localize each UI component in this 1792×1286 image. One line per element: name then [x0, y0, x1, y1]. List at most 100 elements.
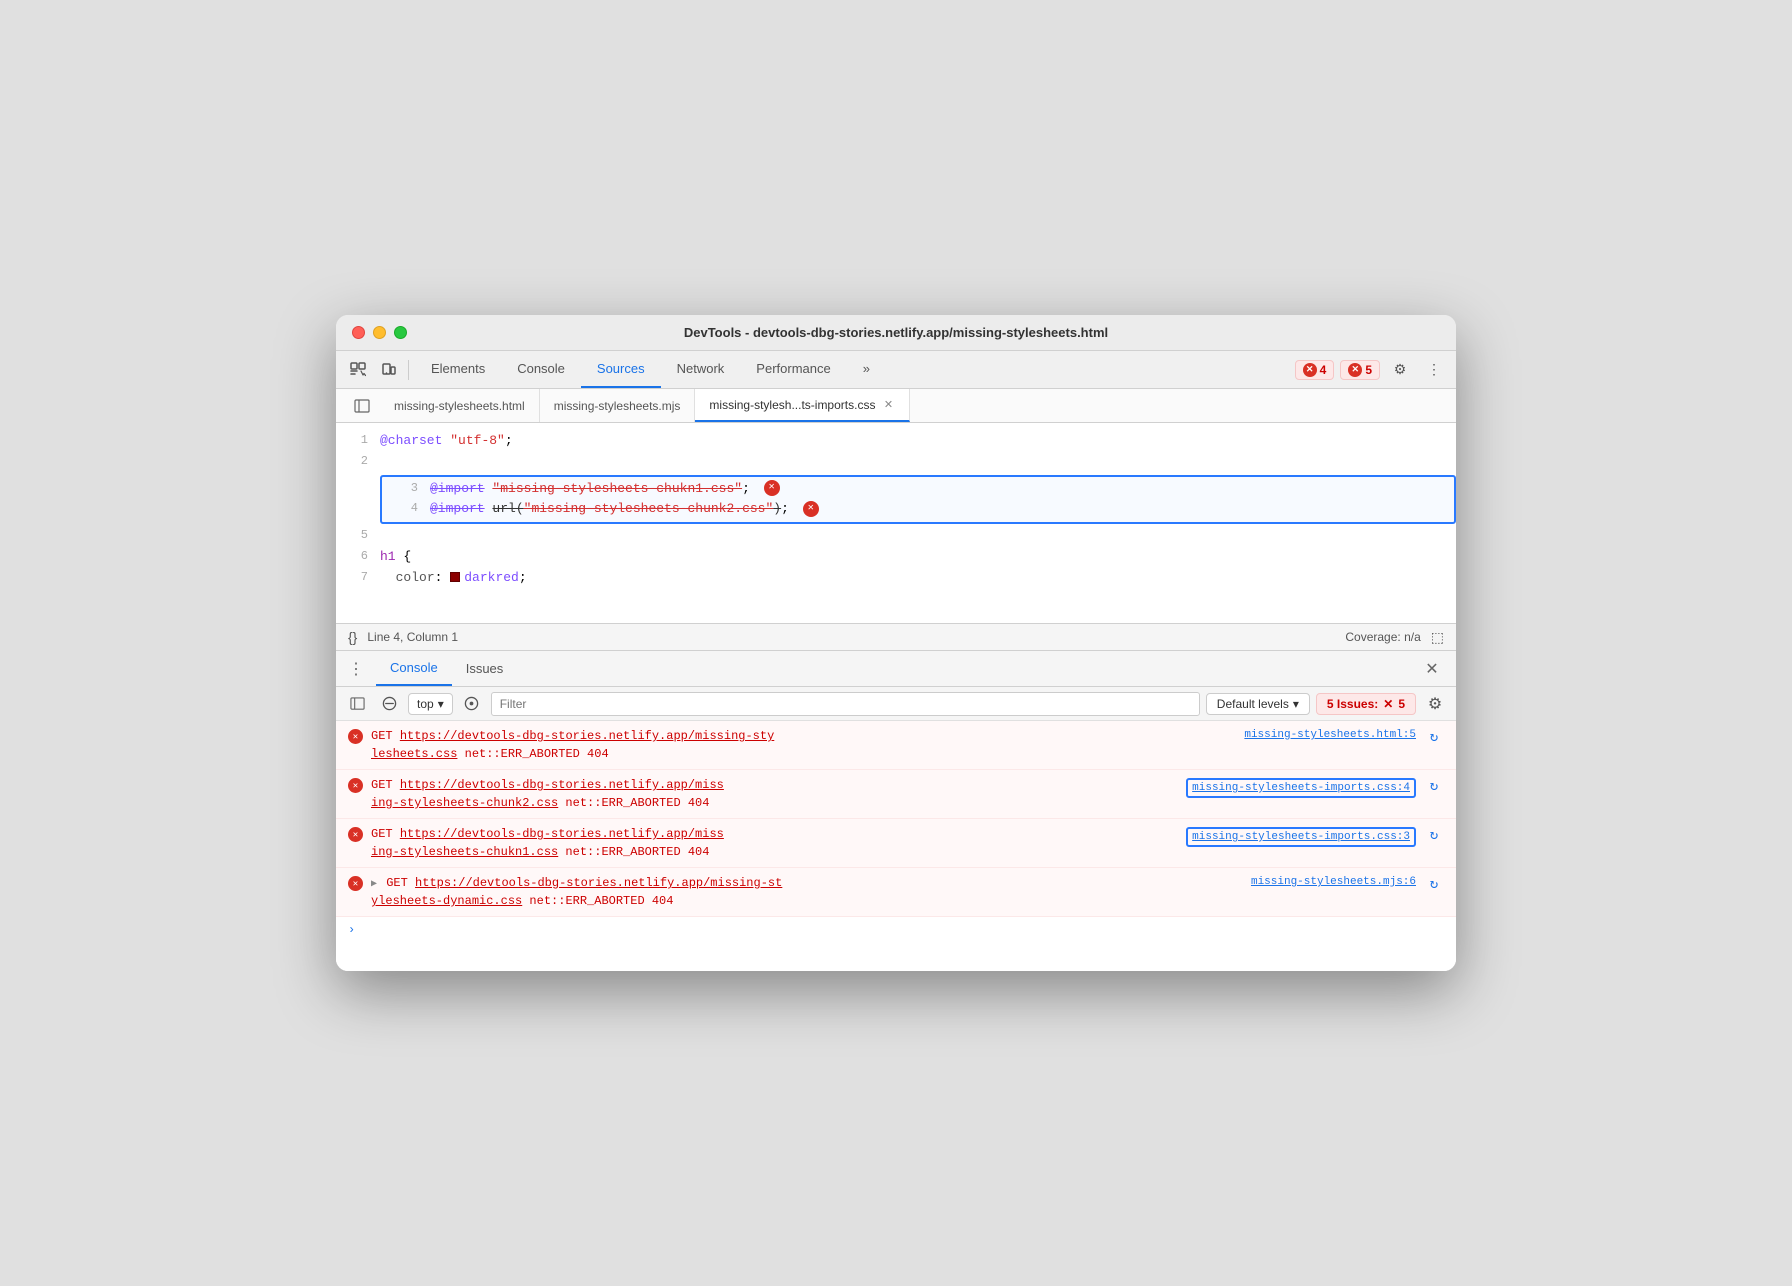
clear-console-icon[interactable]	[376, 691, 402, 717]
code-line-7: 7 color: darkred;	[336, 568, 1456, 589]
line-content-5	[380, 526, 1456, 547]
file-tab-mjs[interactable]: missing-stylesheets.mjs	[540, 389, 696, 422]
console-message-1: ✕ GET https://devtools-dbg-stories.netli…	[336, 721, 1456, 770]
tab-more[interactable]: »	[847, 351, 886, 388]
window-title: DevTools - devtools-dbg-stories.netlify.…	[684, 325, 1108, 340]
warning-x-icon: ✕	[1348, 363, 1362, 377]
msg-source-4[interactable]: missing-stylesheets.mjs:6	[1251, 876, 1416, 888]
maximize-button[interactable]	[394, 326, 407, 339]
code-line-5: 5	[336, 526, 1456, 547]
live-expression-icon[interactable]	[459, 691, 485, 717]
code-line-4: 4 @import url("missing-stylesheets-chunk…	[386, 499, 1450, 520]
line-content-4: @import url("missing-stylesheets-chunk2.…	[430, 499, 1450, 520]
line-number-3: 3	[386, 479, 430, 498]
console-sidebar-icon[interactable]	[344, 691, 370, 717]
msg-body-1: GET https://devtools-dbg-stories.netlify…	[371, 727, 1236, 763]
file-tab-html[interactable]: missing-stylesheets.html	[380, 389, 540, 422]
bottom-tabs-bar: ⋮ Console Issues ✕	[336, 651, 1456, 687]
code-line-1: 1 @charset "utf-8";	[336, 431, 1456, 452]
code-line-2: 2	[336, 452, 1456, 473]
msg-reload-icon-1[interactable]: ↻	[1424, 727, 1444, 747]
line-number-7: 7	[336, 568, 380, 587]
error-count-badge[interactable]: ✕ 4	[1295, 360, 1335, 380]
coverage-label: Coverage: n/a	[1345, 630, 1420, 644]
console-messages-area: ✕ GET https://devtools-dbg-stories.netli…	[336, 721, 1456, 971]
expand-triangle-icon[interactable]: ▶	[371, 879, 377, 890]
minimize-button[interactable]	[373, 326, 386, 339]
console-prompt[interactable]: ›	[336, 917, 1456, 943]
close-button[interactable]	[352, 326, 365, 339]
line-content-6: h1 {	[380, 547, 1456, 568]
issues-error-icon: ✕	[1383, 697, 1393, 711]
context-selector[interactable]: top ▾	[408, 693, 453, 715]
code-editor[interactable]: 1 @charset "utf-8"; 2 3 @import "missing…	[336, 423, 1456, 623]
console-message-3: ✕ GET https://devtools-dbg-stories.netli…	[336, 819, 1456, 868]
line-number-4: 4	[386, 499, 430, 518]
devtools-toolbar: Elements Console Sources Network Perform…	[336, 351, 1456, 389]
file-tab-css[interactable]: missing-stylesh...ts-imports.css ✕	[695, 389, 910, 422]
window-controls	[352, 326, 407, 339]
msg-reload-icon-3[interactable]: ↻	[1424, 825, 1444, 845]
bottom-panel-close-icon[interactable]: ✕	[1420, 657, 1444, 681]
console-filter-input[interactable]	[491, 692, 1200, 716]
device-toolbar-icon[interactable]	[374, 356, 402, 384]
coverage-icon[interactable]: ⬚	[1431, 629, 1444, 646]
status-right: Coverage: n/a ⬚	[1345, 629, 1444, 646]
msg-body-4: ▶ GET https://devtools-dbg-stories.netli…	[371, 874, 1243, 910]
inspect-element-icon[interactable]	[344, 356, 372, 384]
issues-count-badge[interactable]: 5 Issues: ✕ 5	[1316, 693, 1416, 715]
error-icon-line3: ✕	[764, 480, 780, 496]
msg-error-icon-4: ✕	[348, 876, 363, 891]
tab-console-bottom[interactable]: Console	[376, 651, 452, 686]
titlebar: DevTools - devtools-dbg-stories.netlify.…	[336, 315, 1456, 351]
toolbar-right: ✕ 4 ✕ 5 ⚙ ⋮	[1295, 356, 1448, 384]
line-content-3: @import "missing-stylesheets-chukn1.css"…	[430, 479, 1450, 500]
context-dropdown-icon: ▾	[438, 697, 444, 711]
editor-status-bar: {} Line 4, Column 1 Coverage: n/a ⬚	[336, 623, 1456, 651]
tab-elements[interactable]: Elements	[415, 351, 501, 388]
toolbar-separator-1	[408, 360, 409, 380]
error-icon-line4: ✕	[803, 501, 819, 517]
msg-body-3: GET https://devtools-dbg-stories.netlify…	[371, 825, 1178, 861]
settings-icon[interactable]: ⚙	[1386, 356, 1414, 384]
bottom-panel: ⋮ Console Issues ✕	[336, 651, 1456, 971]
msg-error-icon-2: ✕	[348, 778, 363, 793]
warning-count-badge[interactable]: ✕ 5	[1340, 360, 1380, 380]
msg-source-2[interactable]: missing-stylesheets-imports.css:4	[1186, 778, 1416, 798]
msg-reload-icon-2[interactable]: ↻	[1424, 776, 1444, 796]
sidebar-toggle-icon[interactable]	[348, 392, 376, 420]
prompt-chevron: ›	[348, 923, 355, 937]
tab-console[interactable]: Console	[501, 351, 581, 388]
msg-reload-icon-4[interactable]: ↻	[1424, 874, 1444, 894]
line-number-5: 5	[336, 526, 380, 545]
more-icon[interactable]: ⋮	[1420, 356, 1448, 384]
msg-source-1[interactable]: missing-stylesheets.html:5	[1244, 729, 1416, 741]
file-tabs-bar: missing-stylesheets.html missing-stylesh…	[336, 389, 1456, 423]
tab-sources[interactable]: Sources	[581, 351, 661, 388]
line-content-2	[380, 452, 1456, 473]
tab-network[interactable]: Network	[661, 351, 741, 388]
tab-issues-bottom[interactable]: Issues	[452, 651, 518, 686]
bottom-panel-menu-icon[interactable]: ⋮	[344, 657, 368, 681]
cursor-position: Line 4, Column 1	[367, 630, 458, 644]
context-label: top	[417, 697, 434, 711]
msg-source-3[interactable]: missing-stylesheets-imports.css:3	[1186, 827, 1416, 847]
console-settings-icon[interactable]: ⚙	[1422, 691, 1448, 717]
devtools-window: DevTools - devtools-dbg-stories.netlify.…	[336, 315, 1456, 971]
line-number-1: 1	[336, 431, 380, 450]
import-error-highlight-box: 3 @import "missing-stylesheets-chukn1.cs…	[380, 475, 1456, 525]
msg-error-icon-1: ✕	[348, 729, 363, 744]
console-message-2: ✕ GET https://devtools-dbg-stories.netli…	[336, 770, 1456, 819]
line-number-6: 6	[336, 547, 380, 566]
tab-performance[interactable]: Performance	[740, 351, 846, 388]
log-levels-dropdown[interactable]: Default levels ▾	[1206, 693, 1310, 715]
prompt-cursor	[363, 923, 370, 937]
code-line-6: 6 h1 {	[336, 547, 1456, 568]
console-toolbar: top ▾ Default levels ▾ 5 Issues: ✕ 5 ⚙	[336, 687, 1456, 721]
format-button[interactable]: {}	[348, 629, 357, 645]
file-tab-close-icon[interactable]: ✕	[881, 398, 895, 412]
color-swatch-darkred[interactable]	[450, 572, 460, 582]
console-message-4: ✕ ▶ GET https://devtools-dbg-stories.net…	[336, 868, 1456, 917]
line-content-1: @charset "utf-8";	[380, 431, 1456, 452]
error-x-icon: ✕	[1303, 363, 1317, 377]
